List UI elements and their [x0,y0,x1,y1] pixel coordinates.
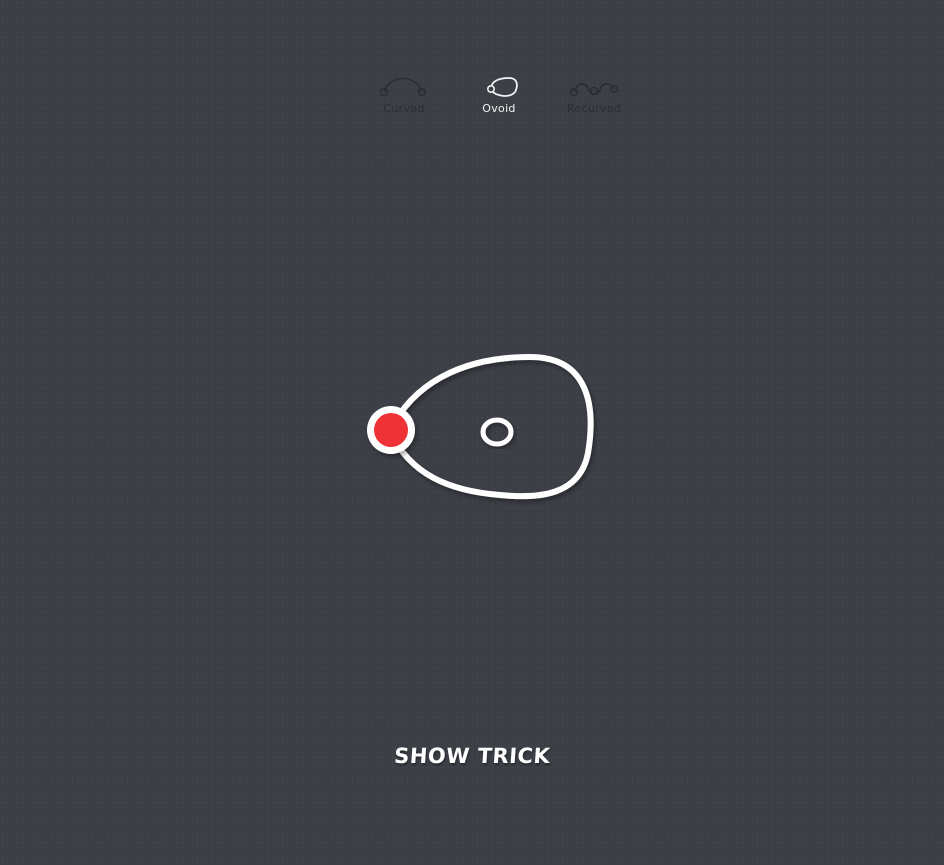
mode-curved-button[interactable]: Curved [364,72,444,128]
ovoid-loop-icon [486,77,518,97]
canvas-stage: Curved Ovoid Recurved SHOW TRICK [0,0,944,865]
show-trick-button[interactable]: SHOW TRICK [371,744,573,774]
ovoid-figure [367,354,594,500]
recurved-path-icon [569,83,619,97]
mode-recurved-button[interactable]: Recurved [554,72,634,128]
mode-curved-label: Curved [383,102,425,115]
mode-selector: Curved Ovoid Recurved [360,72,640,132]
mode-ovoid-button[interactable]: Ovoid [459,72,539,128]
mode-ovoid-label: Ovoid [482,102,516,115]
curved-path-icon [379,77,427,97]
ovoid-curve [387,354,594,500]
mode-recurved-label: Recurved [566,102,622,115]
anchor-point-fill [374,413,408,447]
center-point-handle[interactable] [480,417,514,447]
